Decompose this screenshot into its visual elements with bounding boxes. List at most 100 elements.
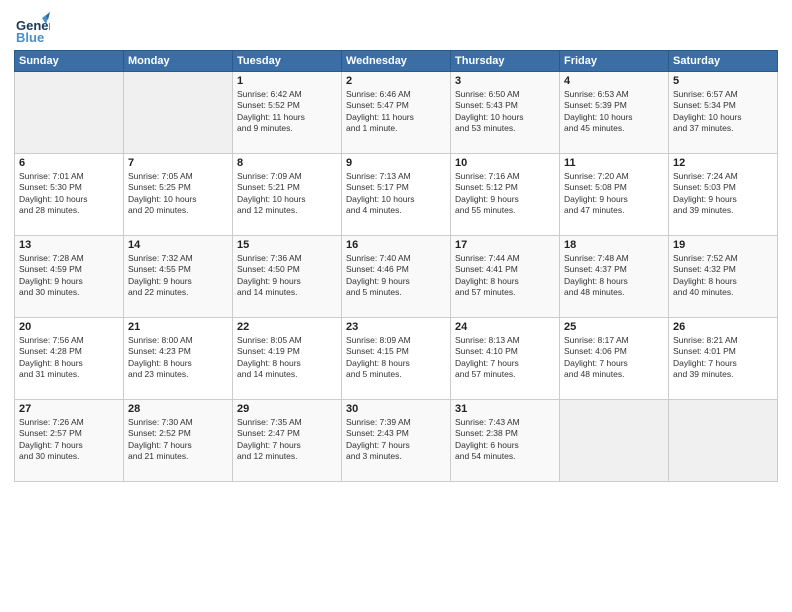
- day-number: 8: [237, 157, 337, 169]
- calendar-cell: 20 Sunrise: 7:56 AMSunset: 4:28 PMDayligh…: [15, 318, 124, 400]
- day-number: 30: [346, 403, 446, 415]
- weekday-thursday: Thursday: [451, 51, 560, 72]
- day-info: Sunrise: 8:00 AMSunset: 4:23 PMDaylight:…: [128, 335, 228, 381]
- day-number: 9: [346, 157, 446, 169]
- calendar-cell: 21 Sunrise: 8:00 AMSunset: 4:23 PMDayligh…: [124, 318, 233, 400]
- calendar-cell: 14 Sunrise: 7:32 AMSunset: 4:55 PMDayligh…: [124, 236, 233, 318]
- calendar-cell: 23 Sunrise: 8:09 AMSunset: 4:15 PMDayligh…: [342, 318, 451, 400]
- calendar-cell: [15, 72, 124, 154]
- calendar-cell: 4Sunrise: 6:53 AMSunset: 5:39 PMDaylight…: [560, 72, 669, 154]
- calendar-cell: 28Sunrise: 7:30 AMSunset: 2:52 PMDayligh…: [124, 400, 233, 482]
- day-info: Sunrise: 8:09 AMSunset: 4:15 PMDaylight:…: [346, 335, 446, 381]
- day-number: 22: [237, 321, 337, 333]
- day-number: 20: [19, 321, 119, 333]
- calendar-cell: 19 Sunrise: 7:52 AMSunset: 4:32 PMDayligh…: [669, 236, 778, 318]
- day-number: 14: [128, 239, 228, 251]
- day-number: 27: [19, 403, 119, 415]
- day-number: 31: [455, 403, 555, 415]
- weekday-saturday: Saturday: [669, 51, 778, 72]
- week-row-3: 13 Sunrise: 7:28 AMSunset: 4:59 PMDayligh…: [15, 236, 778, 318]
- day-info: Sunrise: 8:21 AMSunset: 4:01 PMDaylight:…: [673, 335, 773, 381]
- calendar-cell: 5 Sunrise: 6:57 AMSunset: 5:34 PMDaylight…: [669, 72, 778, 154]
- svg-text:Blue: Blue: [16, 30, 44, 45]
- day-number: 2: [346, 75, 446, 87]
- day-number: 25: [564, 321, 664, 333]
- calendar-cell: 1 Sunrise: 6:42 AMSunset: 5:52 PMDaylight…: [233, 72, 342, 154]
- calendar-cell: 27 Sunrise: 7:26 AMSunset: 2:57 PMDayligh…: [15, 400, 124, 482]
- day-number: 24: [455, 321, 555, 333]
- weekday-wednesday: Wednesday: [342, 51, 451, 72]
- day-info: Sunrise: 7:56 AMSunset: 4:28 PMDaylight:…: [19, 335, 119, 381]
- day-info: Sunrise: 6:46 AMSunset: 5:47 PMDaylight:…: [346, 89, 446, 135]
- calendar-cell: 9Sunrise: 7:13 AMSunset: 5:17 PMDaylight…: [342, 154, 451, 236]
- week-row-1: 1 Sunrise: 6:42 AMSunset: 5:52 PMDaylight…: [15, 72, 778, 154]
- day-number: 17: [455, 239, 555, 251]
- calendar-cell: 3 Sunrise: 6:50 AMSunset: 5:43 PMDaylight…: [451, 72, 560, 154]
- calendar-cell: 18 Sunrise: 7:48 AMSunset: 4:37 PMDayligh…: [560, 236, 669, 318]
- day-info: Sunrise: 6:42 AMSunset: 5:52 PMDaylight:…: [237, 89, 337, 135]
- calendar-cell: 13 Sunrise: 7:28 AMSunset: 4:59 PMDayligh…: [15, 236, 124, 318]
- day-number: 3: [455, 75, 555, 87]
- day-info: Sunrise: 6:50 AMSunset: 5:43 PMDaylight:…: [455, 89, 555, 135]
- logo-icon: General Blue: [14, 10, 50, 46]
- calendar-cell: 15Sunrise: 7:36 AMSunset: 4:50 PMDayligh…: [233, 236, 342, 318]
- day-number: 7: [128, 157, 228, 169]
- calendar-cell: 12Sunrise: 7:24 AMSunset: 5:03 PMDayligh…: [669, 154, 778, 236]
- calendar-cell: 6 Sunrise: 7:01 AMSunset: 5:30 PMDaylight…: [15, 154, 124, 236]
- logo: General Blue: [14, 10, 50, 46]
- header: General Blue: [14, 10, 778, 46]
- calendar-cell: 31Sunrise: 7:43 AMSunset: 2:38 PMDayligh…: [451, 400, 560, 482]
- day-number: 21: [128, 321, 228, 333]
- calendar-cell: 17 Sunrise: 7:44 AMSunset: 4:41 PMDayligh…: [451, 236, 560, 318]
- day-info: Sunrise: 8:17 AMSunset: 4:06 PMDaylight:…: [564, 335, 664, 381]
- week-row-4: 20 Sunrise: 7:56 AMSunset: 4:28 PMDayligh…: [15, 318, 778, 400]
- day-info: Sunrise: 7:05 AMSunset: 5:25 PMDaylight:…: [128, 171, 228, 217]
- day-info: Sunrise: 7:09 AMSunset: 5:21 PMDaylight:…: [237, 171, 337, 217]
- day-info: Sunrise: 7:40 AMSunset: 4:46 PMDaylight:…: [346, 253, 446, 299]
- day-info: Sunrise: 7:48 AMSunset: 4:37 PMDaylight:…: [564, 253, 664, 299]
- calendar: SundayMondayTuesdayWednesdayThursdayFrid…: [14, 50, 778, 482]
- week-row-2: 6 Sunrise: 7:01 AMSunset: 5:30 PMDaylight…: [15, 154, 778, 236]
- weekday-friday: Friday: [560, 51, 669, 72]
- weekday-sunday: Sunday: [15, 51, 124, 72]
- day-info: Sunrise: 7:44 AMSunset: 4:41 PMDaylight:…: [455, 253, 555, 299]
- day-number: 5: [673, 75, 773, 87]
- day-info: Sunrise: 7:32 AMSunset: 4:55 PMDaylight:…: [128, 253, 228, 299]
- calendar-cell: 29Sunrise: 7:35 AMSunset: 2:47 PMDayligh…: [233, 400, 342, 482]
- day-number: 1: [237, 75, 337, 87]
- day-number: 28: [128, 403, 228, 415]
- calendar-cell: 2 Sunrise: 6:46 AMSunset: 5:47 PMDaylight…: [342, 72, 451, 154]
- day-info: Sunrise: 7:52 AMSunset: 4:32 PMDaylight:…: [673, 253, 773, 299]
- calendar-cell: [669, 400, 778, 482]
- day-number: 16: [346, 239, 446, 251]
- day-number: 15: [237, 239, 337, 251]
- calendar-cell: [560, 400, 669, 482]
- day-info: Sunrise: 7:28 AMSunset: 4:59 PMDaylight:…: [19, 253, 119, 299]
- day-info: Sunrise: 7:35 AMSunset: 2:47 PMDaylight:…: [237, 417, 337, 463]
- day-number: 19: [673, 239, 773, 251]
- calendar-cell: 22 Sunrise: 8:05 AMSunset: 4:19 PMDayligh…: [233, 318, 342, 400]
- day-number: 13: [19, 239, 119, 251]
- day-number: 6: [19, 157, 119, 169]
- calendar-cell: 30 Sunrise: 7:39 AMSunset: 2:43 PMDayligh…: [342, 400, 451, 482]
- calendar-cell: 10 Sunrise: 7:16 AMSunset: 5:12 PMDayligh…: [451, 154, 560, 236]
- day-info: Sunrise: 6:53 AMSunset: 5:39 PMDaylight:…: [564, 89, 664, 135]
- day-number: 12: [673, 157, 773, 169]
- week-row-5: 27 Sunrise: 7:26 AMSunset: 2:57 PMDayligh…: [15, 400, 778, 482]
- weekday-header-row: SundayMondayTuesdayWednesdayThursdayFrid…: [15, 51, 778, 72]
- day-info: Sunrise: 8:05 AMSunset: 4:19 PMDaylight:…: [237, 335, 337, 381]
- day-info: Sunrise: 7:01 AMSunset: 5:30 PMDaylight:…: [19, 171, 119, 217]
- weekday-monday: Monday: [124, 51, 233, 72]
- day-info: Sunrise: 7:26 AMSunset: 2:57 PMDaylight:…: [19, 417, 119, 463]
- day-number: 10: [455, 157, 555, 169]
- calendar-cell: 7 Sunrise: 7:05 AMSunset: 5:25 PMDaylight…: [124, 154, 233, 236]
- day-info: Sunrise: 7:16 AMSunset: 5:12 PMDaylight:…: [455, 171, 555, 217]
- day-info: Sunrise: 6:57 AMSunset: 5:34 PMDaylight:…: [673, 89, 773, 135]
- day-number: 23: [346, 321, 446, 333]
- day-info: Sunrise: 7:39 AMSunset: 2:43 PMDaylight:…: [346, 417, 446, 463]
- day-number: 18: [564, 239, 664, 251]
- calendar-cell: 24 Sunrise: 8:13 AMSunset: 4:10 PMDayligh…: [451, 318, 560, 400]
- day-info: Sunrise: 8:13 AMSunset: 4:10 PMDaylight:…: [455, 335, 555, 381]
- calendar-cell: 26Sunrise: 8:21 AMSunset: 4:01 PMDayligh…: [669, 318, 778, 400]
- calendar-cell: 8 Sunrise: 7:09 AMSunset: 5:21 PMDaylight…: [233, 154, 342, 236]
